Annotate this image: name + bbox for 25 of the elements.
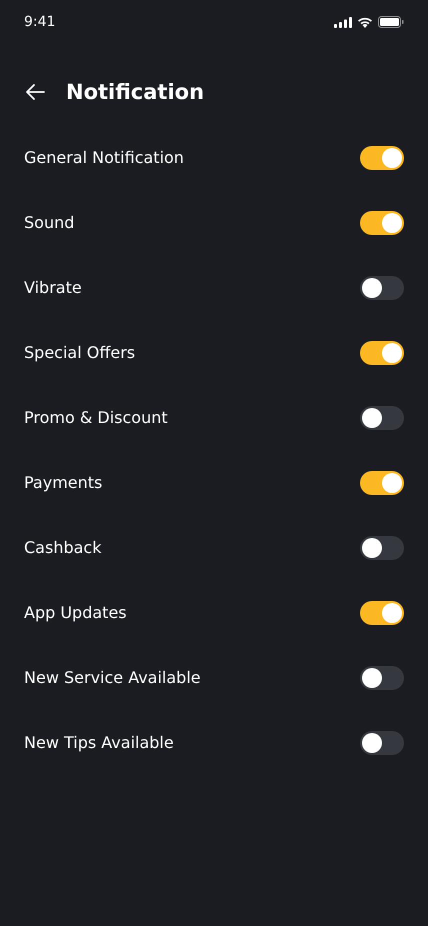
page-title: Notification <box>66 80 204 104</box>
toggle-switch[interactable] <box>360 276 404 300</box>
setting-label: New Tips Available <box>24 733 174 752</box>
toggle-switch[interactable] <box>360 730 404 754</box>
setting-label: Sound <box>24 213 74 232</box>
status-time: 9:41 <box>24 14 56 30</box>
toggle-switch[interactable] <box>360 666 404 690</box>
toggle-switch[interactable] <box>360 210 404 234</box>
wifi-icon <box>357 16 373 28</box>
toggle-switch[interactable] <box>360 600 404 624</box>
battery-icon <box>378 16 404 28</box>
setting-label: General Notification <box>24 148 184 167</box>
toggle-switch[interactable] <box>360 340 404 364</box>
toggle-switch[interactable] <box>360 406 404 430</box>
setting-label: Vibrate <box>24 278 82 297</box>
setting-label: Payments <box>24 473 102 492</box>
setting-label: Special Offers <box>24 343 136 362</box>
setting-label: New Service Available <box>24 668 201 687</box>
setting-label: Cashback <box>24 538 102 557</box>
toggle-switch[interactable] <box>360 470 404 494</box>
signal-icon <box>334 16 352 28</box>
setting-label: App Updates <box>24 603 127 622</box>
toggle-switch[interactable] <box>360 536 404 560</box>
toggle-switch[interactable] <box>360 146 404 170</box>
setting-label: Promo & Discount <box>24 408 168 427</box>
